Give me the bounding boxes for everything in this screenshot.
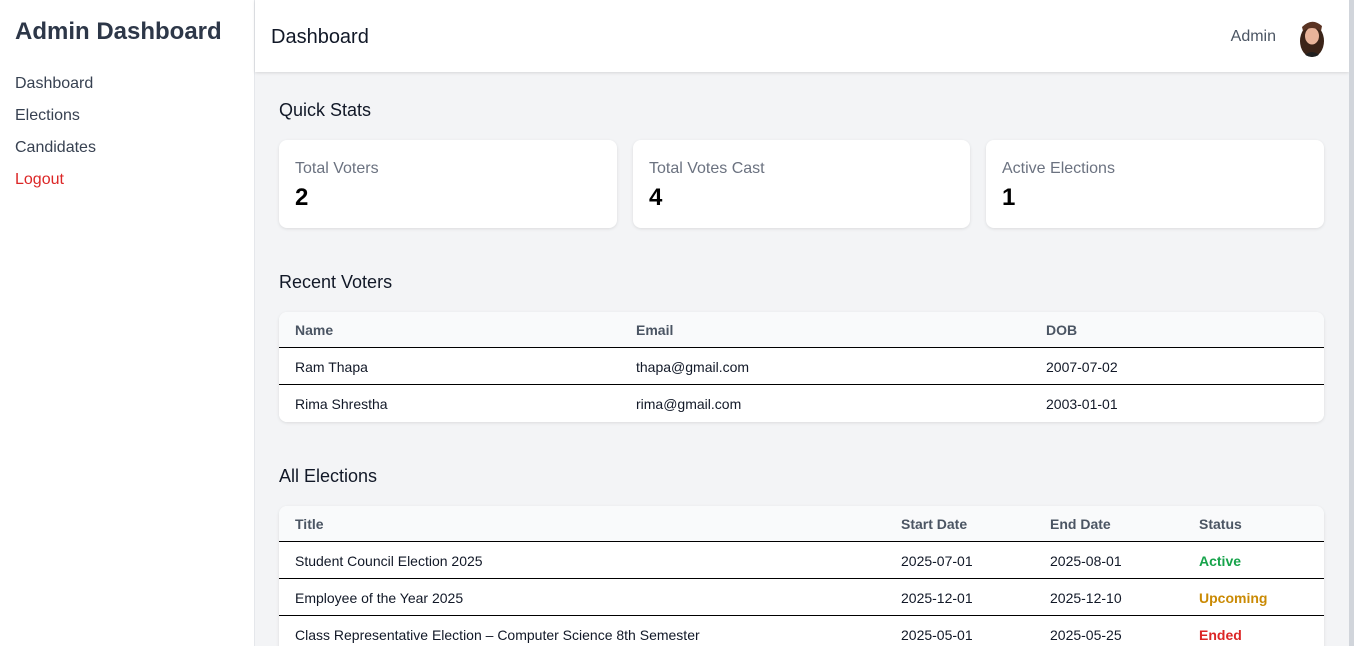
stat-value: 2 bbox=[295, 184, 309, 211]
sidebar: Admin Dashboard Dashboard Elections Cand… bbox=[0, 0, 255, 646]
sidebar-nav: Dashboard Elections Candidates Logout bbox=[15, 74, 96, 202]
stat-label: Total Voters bbox=[295, 160, 379, 177]
top-header: Dashboard Admin bbox=[255, 0, 1349, 72]
column-header-name: Name bbox=[295, 322, 334, 338]
page-title: Dashboard bbox=[271, 26, 369, 48]
table-row: Rima Shrestha rima@gmail.com 2003-01-01 bbox=[279, 385, 1324, 422]
table-header: Name Email DOB bbox=[279, 312, 1324, 348]
stat-card-total-voters: Total Voters 2 bbox=[279, 140, 617, 228]
stat-value: 1 bbox=[1002, 184, 1016, 211]
voter-name: Rima Shrestha bbox=[295, 396, 388, 412]
stat-label: Active Elections bbox=[1002, 160, 1115, 177]
column-header-end-date: End Date bbox=[1050, 516, 1111, 532]
table-header: Title Start Date End Date Status bbox=[279, 506, 1324, 542]
election-title: Student Council Election 2025 bbox=[295, 553, 483, 569]
column-header-start-date: Start Date bbox=[901, 516, 968, 532]
stat-card-total-votes: Total Votes Cast 4 bbox=[633, 140, 970, 228]
election-end-date: 2025-08-01 bbox=[1050, 553, 1122, 569]
status-badge: Upcoming bbox=[1199, 590, 1268, 606]
table-row: Class Representative Election – Computer… bbox=[279, 616, 1324, 646]
avatar-icon bbox=[1297, 17, 1327, 57]
election-start-date: 2025-07-01 bbox=[901, 553, 973, 569]
recent-voters-title: Recent Voters bbox=[279, 272, 393, 292]
stat-label: Total Votes Cast bbox=[649, 160, 765, 177]
election-start-date: 2025-12-01 bbox=[901, 590, 973, 606]
table-row: Ram Thapa thapa@gmail.com 2007-07-02 bbox=[279, 348, 1324, 385]
election-end-date: 2025-12-10 bbox=[1050, 590, 1122, 606]
election-start-date: 2025-05-01 bbox=[901, 627, 973, 643]
all-elections-title: All Elections bbox=[279, 466, 378, 486]
avatar[interactable] bbox=[1297, 17, 1327, 57]
sidebar-item-logout[interactable]: Logout bbox=[15, 170, 96, 202]
stat-card-active-elections: Active Elections 1 bbox=[986, 140, 1324, 228]
stat-value: 4 bbox=[649, 184, 663, 211]
brand-title: Admin Dashboard bbox=[15, 18, 222, 45]
sidebar-item-dashboard[interactable]: Dashboard bbox=[15, 74, 96, 106]
scrollbar[interactable] bbox=[1349, 0, 1354, 646]
election-title: Class Representative Election – Computer… bbox=[295, 627, 700, 643]
table-row: Student Council Election 2025 2025-07-01… bbox=[279, 542, 1324, 579]
column-header-title: Title bbox=[295, 516, 324, 532]
voter-email: rima@gmail.com bbox=[636, 396, 742, 412]
column-header-email: Email bbox=[636, 322, 674, 338]
recent-voters-table: Name Email DOB Ram Thapa thapa@gmail.com… bbox=[279, 312, 1324, 422]
elections-table: Title Start Date End Date Status Student… bbox=[279, 506, 1324, 646]
sidebar-item-elections[interactable]: Elections bbox=[15, 106, 96, 138]
voter-name: Ram Thapa bbox=[295, 359, 368, 375]
voter-dob: 2003-01-01 bbox=[1046, 396, 1118, 412]
voter-dob: 2007-07-02 bbox=[1046, 359, 1118, 375]
user-name[interactable]: Admin bbox=[1231, 28, 1276, 46]
table-row: Employee of the Year 2025 2025-12-01 202… bbox=[279, 579, 1324, 616]
status-badge: Active bbox=[1199, 553, 1242, 569]
quick-stats-title: Quick Stats bbox=[279, 100, 372, 120]
election-end-date: 2025-05-25 bbox=[1050, 627, 1122, 643]
election-title: Employee of the Year 2025 bbox=[295, 590, 464, 606]
column-header-status: Status bbox=[1199, 516, 1242, 532]
sidebar-item-candidates[interactable]: Candidates bbox=[15, 138, 96, 170]
voter-email: thapa@gmail.com bbox=[636, 359, 750, 375]
status-badge: Ended bbox=[1199, 627, 1242, 643]
column-header-dob: DOB bbox=[1046, 322, 1078, 338]
